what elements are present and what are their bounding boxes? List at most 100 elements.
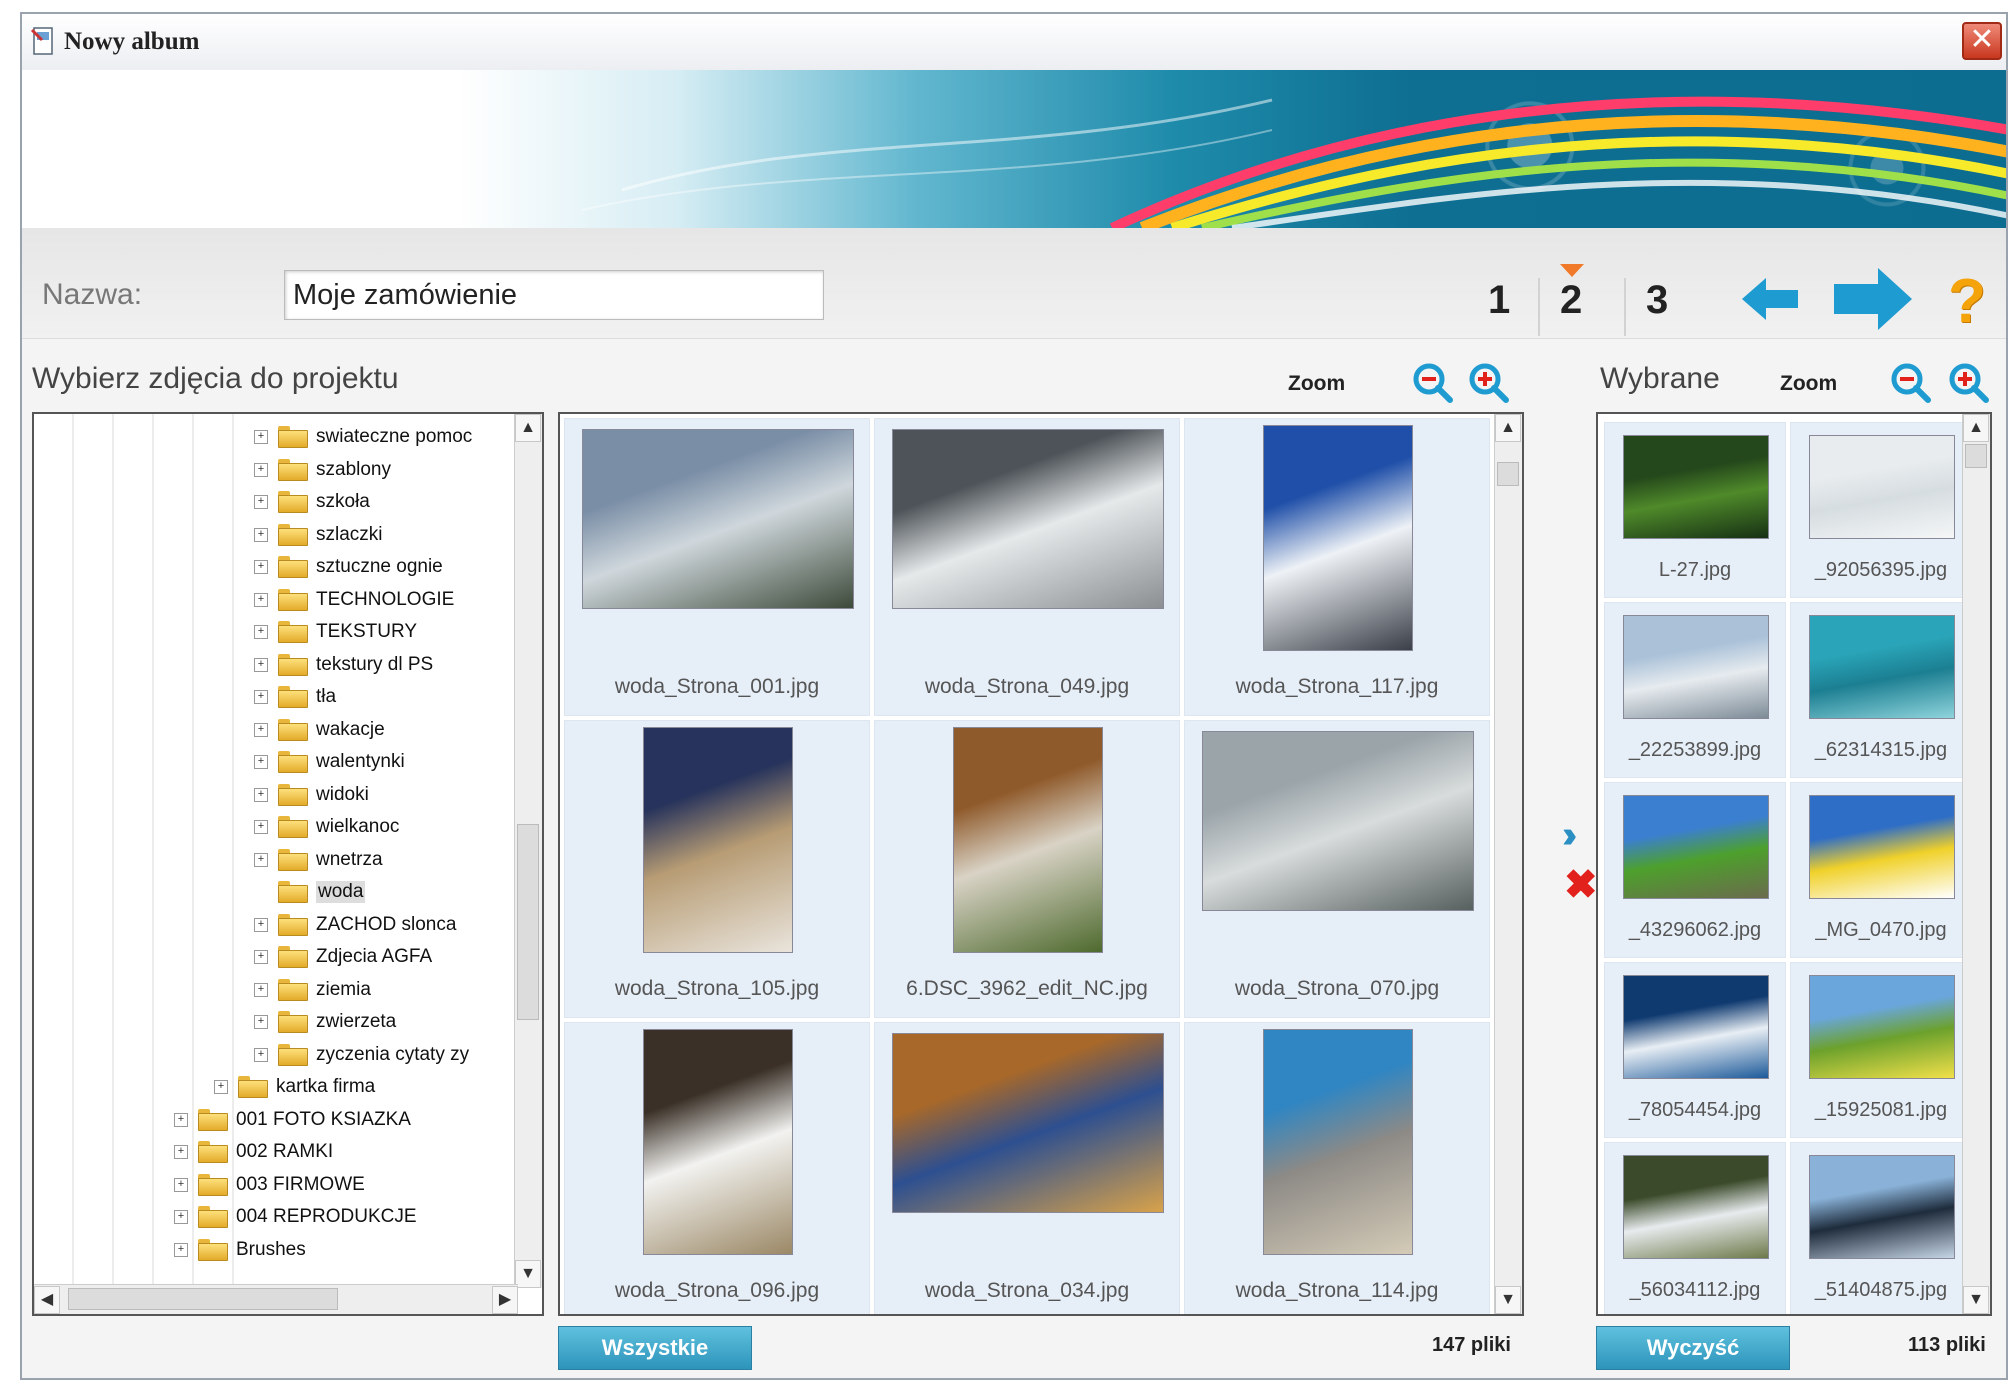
- photo-cell[interactable]: woda_Strona_096.jpg: [564, 1022, 870, 1314]
- scroll-up-icon[interactable]: ▲: [1495, 414, 1521, 442]
- expand-icon[interactable]: +: [174, 1145, 188, 1159]
- zoom-out-icon[interactable]: [1412, 362, 1454, 404]
- tree-item[interactable]: + swiateczne pomoc: [254, 422, 472, 452]
- zoom-in-icon[interactable]: [1468, 362, 1510, 404]
- clear-selection-button[interactable]: Wyczyść: [1596, 1326, 1790, 1370]
- folder-tree[interactable]: + swiateczne pomoc + szablony + szkoła + szlacz…: [32, 412, 544, 1316]
- selected-photo-cell[interactable]: _MG_0470.jpg: [1790, 782, 1972, 958]
- scroll-thumb[interactable]: [517, 824, 539, 1020]
- help-icon[interactable]: ?: [1948, 266, 1986, 337]
- tree-item[interactable]: + widoki: [254, 780, 369, 810]
- remove-from-selection-icon[interactable]: ✖: [1564, 862, 1598, 908]
- tree-item[interactable]: +001 FOTO KSIAZKA: [174, 1105, 411, 1135]
- expand-icon[interactable]: +: [174, 1210, 188, 1224]
- expand-icon[interactable]: +: [254, 852, 268, 867]
- step-2[interactable]: 2: [1560, 278, 1582, 323]
- scroll-down-icon[interactable]: ▼: [515, 1260, 541, 1288]
- expand-icon[interactable]: +: [214, 1080, 228, 1094]
- tree-item[interactable]: + zwierzeta: [254, 1007, 396, 1037]
- scroll-down-icon[interactable]: ▼: [1495, 1286, 1521, 1314]
- expand-icon[interactable]: +: [254, 462, 268, 477]
- scroll-thumb[interactable]: [1965, 444, 1987, 468]
- selected-photo-cell[interactable]: _51404875.jpg: [1790, 1142, 1972, 1314]
- selected-photos-panel[interactable]: L-27.jpg _92056395.jpg _22253899.jpg _62314…: [1596, 412, 1992, 1316]
- photo-cell[interactable]: woda_Strona_105.jpg: [564, 720, 870, 1018]
- expand-icon[interactable]: +: [174, 1177, 188, 1192]
- expand-icon[interactable]: +: [254, 1047, 268, 1062]
- scroll-down-icon[interactable]: ▼: [1963, 1286, 1989, 1314]
- tree-item[interactable]: + zyczenia cytaty zy: [254, 1040, 469, 1070]
- tree-item[interactable]: + wnetrza: [254, 845, 383, 875]
- scroll-up-icon[interactable]: ▲: [515, 414, 541, 442]
- tree-item[interactable]: woda: [254, 877, 366, 907]
- forward-arrow-icon[interactable]: [1832, 266, 1914, 332]
- photo-cell[interactable]: woda_Strona_114.jpg: [1184, 1022, 1490, 1314]
- expand-icon[interactable]: +: [254, 820, 268, 834]
- selected-photo-cell[interactable]: _92056395.jpg: [1790, 422, 1972, 598]
- selected-photo-cell[interactable]: _56034112.jpg: [1604, 1142, 1786, 1314]
- tree-item[interactable]: +004 REPRODUKCJE: [174, 1202, 417, 1232]
- expand-icon[interactable]: +: [254, 592, 268, 607]
- expand-icon[interactable]: +: [254, 527, 268, 542]
- expand-icon[interactable]: +: [254, 495, 268, 509]
- close-button[interactable]: ✕: [1962, 22, 2002, 60]
- selected-photo-cell[interactable]: _62314315.jpg: [1790, 602, 1972, 778]
- photo-grid[interactable]: woda_Strona_001.jpg woda_Strona_049.jpg wo…: [558, 412, 1524, 1316]
- expand-icon[interactable]: +: [254, 755, 268, 769]
- expand-icon[interactable]: +: [254, 430, 268, 444]
- expand-icon[interactable]: +: [254, 722, 268, 737]
- tree-item[interactable]: + ZACHOD slonca: [254, 910, 456, 940]
- expand-icon[interactable]: +: [254, 787, 268, 802]
- expand-icon[interactable]: +: [254, 690, 268, 704]
- tree-item[interactable]: + szlaczki: [254, 520, 383, 550]
- expand-icon[interactable]: +: [254, 917, 268, 932]
- tree-item[interactable]: + szkoła: [254, 487, 370, 517]
- grid-vertical-scrollbar[interactable]: ▲ ▼: [1494, 414, 1522, 1314]
- tree-item[interactable]: + walentynki: [254, 747, 405, 777]
- expand-icon[interactable]: +: [254, 982, 268, 997]
- expand-icon[interactable]: +: [254, 657, 268, 672]
- expand-icon[interactable]: +: [254, 1015, 268, 1029]
- selected-zoom-out-icon[interactable]: [1890, 362, 1932, 404]
- scroll-right-icon[interactable]: ▶: [492, 1286, 518, 1314]
- selected-photo-cell[interactable]: _43296062.jpg: [1604, 782, 1786, 958]
- tree-horizontal-scrollbar[interactable]: ◀ ▶: [34, 1284, 518, 1314]
- tree-item[interactable]: + tekstury dl PS: [254, 650, 433, 680]
- photo-cell[interactable]: 6.DSC_3962_edit_NC.jpg: [874, 720, 1180, 1018]
- expand-icon[interactable]: +: [174, 1242, 188, 1257]
- horizontal-scroll-thumb[interactable]: [68, 1288, 338, 1310]
- tree-item[interactable]: +003 FIRMOWE: [174, 1170, 365, 1200]
- add-to-selection-icon[interactable]: ››: [1562, 814, 1578, 857]
- tree-vertical-scrollbar[interactable]: ▲ ▼: [514, 414, 542, 1288]
- tree-item[interactable]: + Zdjecia AGFA: [254, 942, 432, 972]
- tree-item[interactable]: + ziemia: [254, 975, 371, 1005]
- step-3[interactable]: 3: [1646, 278, 1668, 323]
- selected-photo-cell[interactable]: _78054454.jpg: [1604, 962, 1786, 1138]
- photo-cell[interactable]: woda_Strona_034.jpg: [874, 1022, 1180, 1314]
- scroll-thumb[interactable]: [1497, 462, 1519, 486]
- selected-zoom-in-icon[interactable]: [1948, 362, 1990, 404]
- tree-item[interactable]: + Brushes: [174, 1235, 306, 1265]
- expand-icon[interactable]: +: [174, 1112, 188, 1127]
- expand-icon[interactable]: +: [254, 625, 268, 639]
- selected-photo-cell[interactable]: _15925081.jpg: [1790, 962, 1972, 1138]
- tree-item[interactable]: +002 RAMKI: [174, 1137, 333, 1167]
- tree-item[interactable]: + wielkanoc: [254, 812, 399, 842]
- tree-item[interactable]: + tła: [254, 682, 336, 712]
- selected-photo-cell[interactable]: L-27.jpg: [1604, 422, 1786, 598]
- select-all-button[interactable]: Wszystkie: [558, 1326, 752, 1370]
- selected-vertical-scrollbar[interactable]: ▲ ▼: [1962, 414, 1990, 1314]
- tree-item[interactable]: + sztuczne ognie: [254, 552, 443, 582]
- step-1[interactable]: 1: [1488, 278, 1510, 323]
- scroll-left-icon[interactable]: ◀: [34, 1286, 60, 1314]
- scroll-up-icon[interactable]: ▲: [1963, 414, 1989, 442]
- tree-item[interactable]: + szablony: [254, 455, 391, 485]
- name-input[interactable]: [284, 270, 824, 320]
- photo-cell[interactable]: woda_Strona_001.jpg: [564, 418, 870, 716]
- photo-cell[interactable]: woda_Strona_117.jpg: [1184, 418, 1490, 716]
- tree-item[interactable]: + wakacje: [254, 715, 385, 745]
- tree-item[interactable]: + kartka firma: [214, 1072, 375, 1102]
- photo-cell[interactable]: woda_Strona_049.jpg: [874, 418, 1180, 716]
- back-arrow-icon[interactable]: [1740, 274, 1800, 324]
- tree-item[interactable]: + TECHNOLOGIE: [254, 585, 454, 615]
